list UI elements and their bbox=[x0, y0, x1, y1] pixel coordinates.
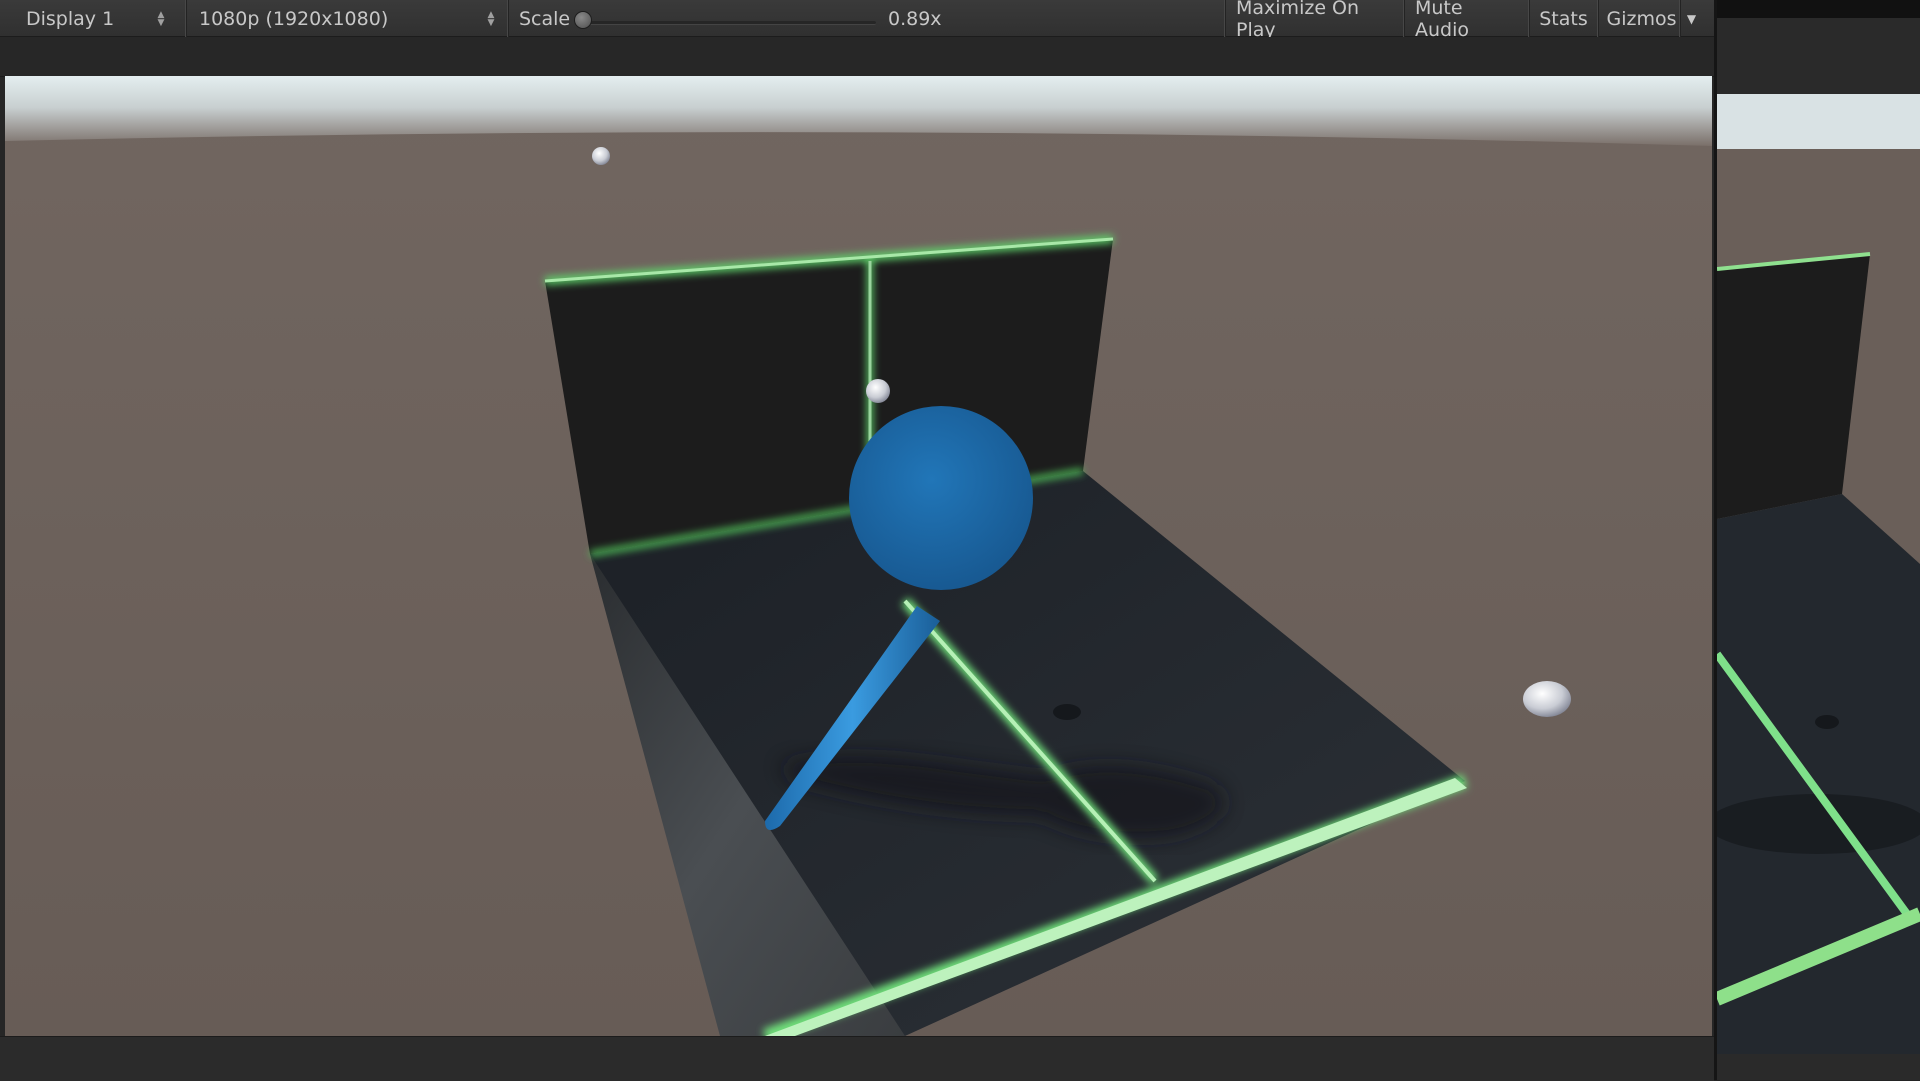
game-view-bottom-bar bbox=[0, 1036, 1714, 1081]
gizmos-dropdown-arrow-icon[interactable]: ▼ bbox=[1680, 0, 1702, 37]
display-label: Display 1 bbox=[26, 7, 115, 30]
scale-slider-track[interactable] bbox=[588, 21, 876, 25]
game-view-subbar bbox=[0, 37, 1714, 77]
stats-button[interactable]: Stats bbox=[1529, 0, 1597, 37]
mallet-head bbox=[849, 406, 1033, 590]
dropdown-arrows-icon: ▲ ▼ bbox=[157, 10, 165, 28]
resolution-dropdown[interactable]: 1080p (1920x1080) ▲ ▼ bbox=[186, 0, 504, 37]
secondary-game-view bbox=[1717, 0, 1920, 1080]
secondary-viewport[interactable] bbox=[1717, 94, 1920, 1054]
game-view-toolbar: Display 1 ▲ ▼ 1080p (1920x1080) ▲ ▼ Scale … bbox=[0, 0, 1714, 41]
scale-label: Scale bbox=[508, 0, 570, 37]
scale-slider-thumb[interactable] bbox=[574, 11, 592, 29]
gizmos-button[interactable]: Gizmos bbox=[1598, 0, 1684, 37]
maximize-on-play-button[interactable]: Maximize On Play bbox=[1225, 0, 1403, 41]
game-scene bbox=[5, 76, 1712, 1036]
ball-near-wall bbox=[866, 379, 890, 403]
ball-right bbox=[1523, 681, 1571, 717]
ball-far bbox=[592, 147, 610, 165]
dropdown-arrows-icon: ▲ ▼ bbox=[487, 10, 495, 28]
resolution-label: 1080p (1920x1080) bbox=[199, 7, 389, 30]
secondary-view-header bbox=[1717, 0, 1920, 18]
secondary-scene bbox=[1717, 94, 1920, 1054]
game-view-panel: Display 1 ▲ ▼ 1080p (1920x1080) ▲ ▼ Scale … bbox=[0, 0, 1714, 1081]
ball-shadow bbox=[1053, 704, 1081, 720]
game-viewport[interactable] bbox=[5, 76, 1712, 1036]
mute-audio-button[interactable]: Mute Audio bbox=[1404, 0, 1528, 41]
display-dropdown[interactable]: Display 1 ▲ ▼ bbox=[14, 0, 174, 37]
scale-value: 0.89x bbox=[888, 7, 942, 30]
